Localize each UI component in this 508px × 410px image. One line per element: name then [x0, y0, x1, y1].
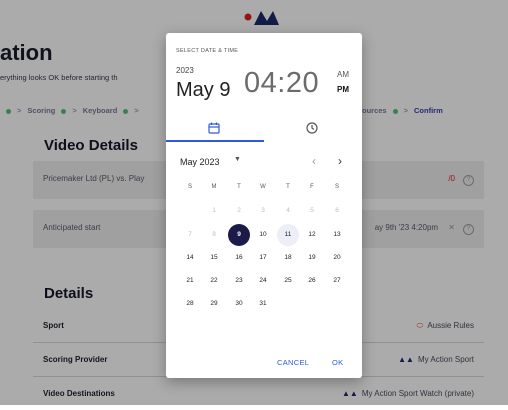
date-time-picker-dialog: SELECT DATE & TIME 2023 May 9 04:20 AM P…: [166, 33, 362, 378]
weekday-label: F: [310, 184, 314, 190]
calendar-day[interactable]: 20: [326, 247, 348, 269]
calendar-day[interactable]: 14: [179, 247, 201, 269]
next-month-icon[interactable]: ›: [338, 154, 342, 168]
calendar-day: 7: [188, 231, 192, 238]
weekday-label: T: [286, 184, 290, 190]
am-toggle[interactable]: AM: [337, 70, 349, 79]
calendar-day[interactable]: 9: [228, 224, 250, 246]
clock-icon[interactable]: [306, 122, 318, 134]
weekday-label: W: [260, 184, 266, 190]
picker-date[interactable]: May 9: [176, 79, 230, 102]
calendar-day: 8: [212, 231, 216, 238]
calendar-day[interactable]: 26: [301, 270, 323, 292]
chevron-down-icon[interactable]: ▼: [234, 156, 241, 163]
active-tab-indicator: [166, 140, 264, 142]
calendar-day[interactable]: 24: [252, 270, 274, 292]
calendar-day[interactable]: 15: [203, 247, 225, 269]
calendar-day[interactable]: 30: [228, 293, 250, 315]
calendar-day[interactable]: 18: [277, 247, 299, 269]
calendar-day: 5: [310, 207, 314, 214]
month-label[interactable]: May 2023: [180, 157, 220, 167]
calendar-day[interactable]: 22: [203, 270, 225, 292]
picker-time[interactable]: 04:20: [244, 67, 319, 100]
calendar-day[interactable]: 13: [326, 224, 348, 246]
weekday-label: S: [187, 184, 192, 190]
weekday-label: S: [334, 184, 339, 190]
calendar-day[interactable]: 31: [252, 293, 274, 315]
calendar-day[interactable]: 21: [179, 270, 201, 292]
picker-header: SELECT DATE & TIME: [176, 48, 239, 54]
calendar-day[interactable]: 11: [277, 224, 299, 246]
cancel-button[interactable]: CANCEL: [277, 358, 309, 367]
calendar-day: 3: [261, 207, 265, 214]
calendar-day: 1: [212, 207, 216, 214]
calendar-day[interactable]: 10: [252, 224, 274, 246]
calendar-day: 2: [237, 207, 241, 214]
calendar-day[interactable]: 25: [277, 270, 299, 292]
weekday-label: M: [211, 184, 217, 190]
calendar-day: 6: [335, 207, 339, 214]
calendar-day[interactable]: 12: [301, 224, 323, 246]
pm-toggle[interactable]: PM: [337, 85, 349, 94]
previous-month-icon[interactable]: ‹: [312, 154, 316, 168]
calendar-day[interactable]: 17: [252, 247, 274, 269]
calendar-icon[interactable]: [208, 122, 220, 134]
calendar-day: 4: [286, 207, 290, 214]
calendar-day[interactable]: 19: [301, 247, 323, 269]
calendar-day[interactable]: 29: [203, 293, 225, 315]
calendar-day[interactable]: 28: [179, 293, 201, 315]
weekday-label: T: [237, 184, 241, 190]
picker-year[interactable]: 2023: [176, 66, 194, 75]
ok-button[interactable]: OK: [332, 358, 343, 367]
calendar-day[interactable]: 16: [228, 247, 250, 269]
calendar-day[interactable]: 27: [326, 270, 348, 292]
calendar-day[interactable]: 23: [228, 270, 250, 292]
